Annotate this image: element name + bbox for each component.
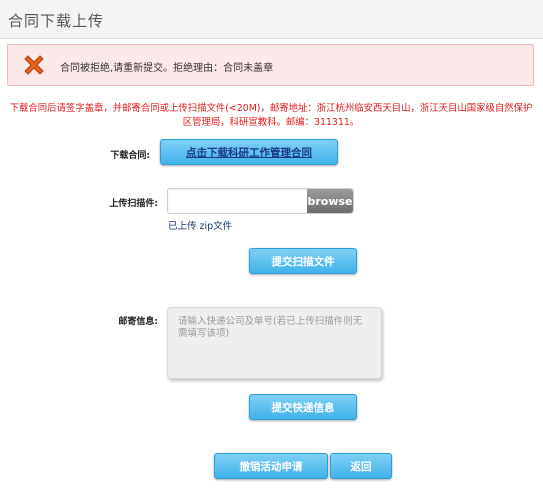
download-label: 下载合同:: [110, 151, 150, 161]
upload-status: 已上传 zip文件: [168, 221, 233, 232]
back-button[interactable]: 返回: [330, 453, 392, 479]
file-name-display: [168, 189, 304, 213]
download-contract-button[interactable]: 点击下载科研工作管理合同: [160, 139, 338, 165]
cancel-application-button[interactable]: 撤销活动申请: [214, 453, 328, 479]
page-header: 合同下载上传: [0, 0, 543, 39]
file-upload-field[interactable]: browse: [167, 188, 354, 214]
mail-info-input[interactable]: [167, 307, 382, 379]
submit-scan-button[interactable]: 提交扫描文件: [249, 248, 357, 274]
close-x-icon: [21, 52, 47, 78]
page-title: 合同下载上传: [8, 12, 105, 30]
mail-info-label: 邮寄信息:: [118, 317, 158, 327]
mailing-instructions: 下载合同后请签字盖章，并邮寄合同或上传扫描文件(<20M)，邮寄地址：浙江杭州临…: [9, 103, 533, 128]
upload-label: 上传扫描件:: [109, 199, 158, 209]
alert-message: 合同被拒绝,请重新提交。拒绝理由：合同未盖章: [60, 63, 274, 74]
browse-button[interactable]: browse: [307, 189, 353, 213]
submit-express-button[interactable]: 提交快递信息: [249, 394, 357, 420]
rejection-alert: 合同被拒绝,请重新提交。拒绝理由：合同未盖章: [7, 44, 534, 86]
